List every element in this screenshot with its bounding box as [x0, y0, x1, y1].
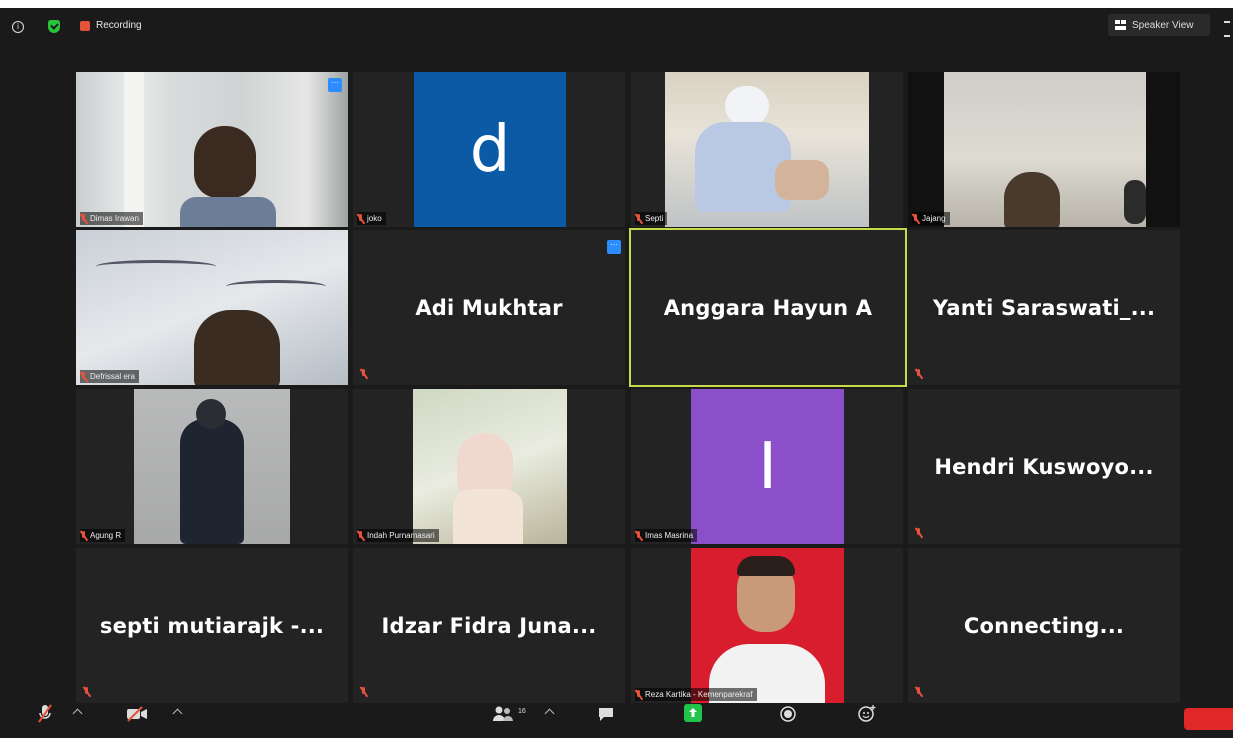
participants-icon — [493, 706, 513, 721]
video-tile-hendri[interactable]: Hendri Kuswoyo... — [908, 389, 1180, 544]
participant-name: Dimas Irawan — [90, 214, 139, 223]
reactions-icon — [858, 705, 876, 722]
muted-mic-icon — [80, 530, 87, 541]
muted-mic-icon — [38, 704, 52, 723]
muted-mic-icon — [80, 213, 87, 224]
fullscreen-icon[interactable] — [1224, 21, 1230, 37]
video-feed — [76, 72, 348, 227]
participant-name: Agung R — [90, 531, 122, 540]
participants-button[interactable]: 16 — [492, 706, 528, 722]
participant-name: Jajang — [922, 214, 946, 223]
participant-name-large: Hendri Kuswoyo... — [934, 454, 1154, 479]
muted-mic-icon — [915, 528, 922, 538]
share-screen-icon — [684, 704, 702, 722]
muted-mic-icon — [360, 369, 367, 379]
muted-mic-icon — [357, 530, 364, 541]
unmute-button[interactable] — [38, 704, 52, 724]
video-tile-indah[interactable]: Indah Purnamasari — [353, 389, 625, 544]
video-feed — [76, 230, 348, 385]
shield-icon[interactable] — [48, 20, 60, 33]
muted-mic-icon — [360, 687, 367, 697]
muted-mic-icon — [915, 369, 922, 379]
video-tile-septi-mutiara[interactable]: septi mutiarajk -... — [76, 548, 348, 703]
avatar: d — [414, 72, 566, 227]
video-tile-agung[interactable]: Agung R — [76, 389, 348, 544]
participants-count: 16 — [518, 708, 526, 715]
nameplate: Indah Purnamasari — [357, 529, 439, 542]
speaker-view-button[interactable]: Speaker View — [1108, 14, 1210, 36]
nameplate: Septi — [635, 212, 668, 225]
start-video-button[interactable] — [126, 706, 148, 722]
grid-view-icon — [1115, 20, 1126, 30]
video-tile-anggara-active-speaker[interactable]: Anggara Hayun A — [629, 228, 907, 387]
recording-label: Recording — [96, 20, 142, 31]
video-tile-yanti[interactable]: Yanti Saraswati_... — [908, 230, 1180, 385]
record-button[interactable] — [780, 706, 796, 722]
chat-button[interactable] — [598, 706, 614, 722]
reactions-button[interactable] — [858, 704, 876, 722]
info-icon[interactable]: i — [12, 21, 24, 33]
participant-name-large: Connecting... — [963, 613, 1125, 638]
more-options-button[interactable]: ··· — [607, 240, 621, 254]
nameplate: Imas Masrina — [635, 529, 698, 542]
video-feed — [908, 72, 1180, 227]
muted-mic-icon — [912, 213, 919, 224]
participant-name: Septi — [645, 214, 664, 223]
video-tile-connecting[interactable]: Connecting... — [908, 548, 1180, 703]
video-tile-imas[interactable]: I Imas Masrina — [631, 389, 903, 544]
muted-mic-icon — [357, 213, 364, 224]
participant-name-large: Adi Mukhtar — [415, 295, 563, 320]
nameplate: joko — [357, 212, 386, 225]
video-tile-reza[interactable]: Reza Kartika - Kemenparekraf — [631, 548, 903, 703]
muted-mic-icon — [635, 530, 642, 541]
video-tile-joko[interactable]: d joko — [353, 72, 625, 227]
muted-mic-icon — [635, 213, 642, 224]
participant-name: Indah Purnamasari — [367, 531, 435, 540]
video-feed — [134, 389, 290, 544]
video-feed — [413, 389, 567, 544]
video-feed — [691, 548, 844, 703]
participant-name: Imas Masrina — [645, 531, 694, 540]
participant-name-large: Yanti Saraswati_... — [932, 295, 1156, 320]
video-tile-adi[interactable]: ··· Adi Mukhtar — [353, 230, 625, 385]
end-meeting-button[interactable] — [1184, 708, 1233, 730]
speaker-view-label: Speaker View — [1132, 19, 1194, 31]
nameplate: Agung R — [80, 529, 126, 542]
video-tile-idzar[interactable]: Idzar Fidra Juna... — [353, 548, 625, 703]
video-options-chevron[interactable] — [172, 708, 183, 719]
muted-mic-icon — [83, 687, 90, 697]
video-tile-defri[interactable]: Defrissal era — [76, 230, 348, 385]
audio-options-chevron[interactable] — [72, 708, 83, 719]
recording-icon — [80, 21, 90, 31]
participant-name: joko — [367, 214, 382, 223]
video-tile-jajang[interactable]: Jajang — [908, 72, 1180, 227]
record-icon — [780, 706, 796, 722]
nameplate: Dimas Irawan — [80, 212, 143, 225]
nameplate: Defrissal era — [80, 370, 139, 383]
chat-icon — [599, 708, 613, 721]
participant-name-large: Anggara Hayun A — [663, 295, 873, 320]
video-off-icon — [127, 706, 147, 722]
muted-mic-icon — [915, 687, 922, 697]
video-tile-septi[interactable]: Septi — [631, 72, 903, 227]
nameplate: Jajang — [912, 212, 950, 225]
top-bar: i Recording Speaker View — [0, 8, 1233, 44]
muted-mic-icon — [80, 371, 87, 382]
participant-name: Defrissal era — [90, 372, 135, 381]
more-options-button[interactable]: ··· — [328, 78, 342, 92]
participant-name-large: Idzar Fidra Juna... — [381, 613, 597, 638]
meeting-toolbar: 16 — [0, 698, 1233, 738]
meeting-window: i Recording Speaker View ··· Dimas Irawa… — [0, 8, 1233, 738]
participant-name-large: septi mutiarajk -... — [99, 613, 325, 638]
video-tile-dimas[interactable]: ··· Dimas Irawan — [76, 72, 348, 227]
avatar: I — [691, 389, 844, 544]
video-feed — [665, 72, 869, 227]
share-screen-button[interactable] — [684, 704, 702, 722]
participants-options-chevron[interactable] — [544, 708, 555, 719]
